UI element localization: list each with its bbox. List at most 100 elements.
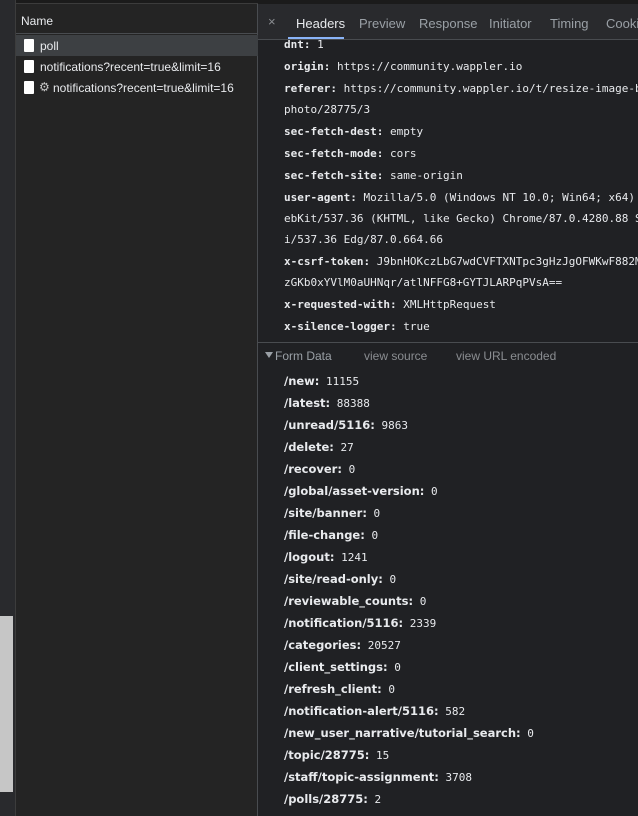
header-row: sec-fetch-site: same-origin (284, 169, 463, 183)
form-data-value: 582 (445, 705, 466, 718)
form-data-row: /polls/28775: 2 (284, 792, 381, 807)
form-data-key: /refresh_client: (284, 682, 382, 696)
name-column-header[interactable]: Name (16, 0, 258, 34)
header-row: user-agent: Mozilla/5.0 (Windows NT 10.0… (284, 191, 638, 205)
header-value: cors (389, 147, 417, 160)
form-data-value: 0 (431, 485, 438, 498)
header-row: x-csrf-token: J9bnHOKczLbG7wdCVFTXNTpc3g… (284, 255, 638, 269)
form-data-value: 0 (373, 507, 381, 520)
header-row: referer: https://community.wappler.io/t/… (284, 82, 638, 96)
request-row-poll[interactable]: poll (16, 35, 258, 56)
header-row: origin: https://community.wappler.io (284, 60, 522, 74)
form-data-row: /new_user_narrative/tutorial_search: 0 (284, 726, 534, 741)
header-key: x-silence-logger: (284, 320, 397, 333)
form-data-value: 88388 (336, 397, 370, 410)
header-value-continued: photo/28775/3 (284, 103, 371, 116)
form-data-row: /site/read-only: 0 (284, 572, 396, 587)
header-row: x-requested-with: XMLHttpRequest (284, 298, 496, 312)
form-data-row: /delete: 27 (284, 440, 354, 455)
form-data-section-header[interactable]: Form Data view source view URL encoded (258, 349, 638, 365)
form-data-key: /client_settings: (284, 660, 388, 674)
form-data-value: 0 (419, 595, 427, 608)
header-key: user-agent: (284, 191, 357, 204)
form-data-key: /reviewable_counts: (284, 594, 414, 608)
form-data-key: /polls/28775: (284, 792, 368, 806)
document-icon (24, 81, 34, 94)
form-data-value: 15 (376, 749, 390, 762)
form-data-row: /latest: 88388 (284, 396, 370, 411)
left-edge-strip (0, 0, 16, 816)
header-key: sec-fetch-mode: (284, 147, 384, 160)
header-row: dnt: 1 (284, 38, 324, 52)
tab-timing[interactable]: Timing (550, 16, 589, 31)
request-detail-panel: × Headers Preview Response Initiator Tim… (258, 0, 638, 816)
form-data-row: /global/asset-version: 0 (284, 484, 438, 499)
header-value: XMLHttpRequest (403, 298, 496, 311)
close-icon[interactable]: × (268, 15, 276, 29)
header-value: J9bnHOKczLbG7wdCVFTXNTpc3gHzJgOFWKwF882M… (376, 255, 638, 268)
form-data-row: /refresh_client: 0 (284, 682, 395, 697)
form-data-key: /file-change: (284, 528, 365, 542)
form-data-key: /new_user_narrative/tutorial_search: (284, 726, 521, 740)
header-row: sec-fetch-mode: cors (284, 147, 416, 161)
form-data-value: 0 (389, 573, 397, 586)
form-data-row: /topic/28775: 15 (284, 748, 389, 763)
header-key: referer: (284, 82, 337, 95)
request-row-notifications[interactable]: notifications?recent=true&limit=16 (16, 56, 258, 77)
form-data-row: /site/banner: 0 (284, 506, 380, 521)
form-data-key: /site/banner: (284, 506, 367, 520)
request-list-panel: Name poll notifications?recent=true&limi… (16, 0, 258, 816)
tab-preview[interactable]: Preview (359, 16, 405, 31)
request-name: notifications?recent=true&limit=16 (53, 81, 234, 95)
form-data-row: /new: 11155 (284, 374, 359, 389)
form-data-key: /latest: (284, 396, 331, 410)
header-row: sec-fetch-dest: empty (284, 125, 423, 139)
header-value: https://community.wappler.io/t/resize-im… (343, 82, 638, 95)
form-data-value: 20527 (367, 639, 401, 652)
form-data-key: /recover: (284, 462, 342, 476)
form-data-value: 0 (388, 683, 395, 696)
form-data-row: /staff/topic-assignment: 3708 (284, 770, 472, 785)
form-data-key: /logout: (284, 550, 335, 564)
header-key: x-requested-with: (284, 298, 397, 311)
tab-cookies[interactable]: Cookies (606, 16, 638, 31)
form-data-key: /global/asset-version: (284, 484, 425, 498)
form-data-row: /notification-alert/5116: 582 (284, 704, 465, 719)
gear-icon: ⚙ (39, 80, 50, 94)
form-data-value: 27 (340, 441, 354, 454)
form-data-key: /staff/topic-assignment: (284, 770, 439, 784)
form-data-value: 0 (527, 727, 534, 740)
form-data-value: 9863 (381, 419, 408, 432)
view-source-link[interactable]: view source (364, 349, 427, 363)
header-value-continued: zGKb0xYVlM0aUHNqr/atlNFFG8+GYTJLARPqPVsA… (284, 276, 563, 289)
form-data-key: /site/read-only: (284, 572, 383, 586)
request-name: poll (40, 39, 59, 53)
form-data-title[interactable]: Form Data (275, 349, 332, 363)
form-data-key: /notification-alert/5116: (284, 704, 439, 718)
header-key: dnt: (284, 38, 311, 51)
view-url-encoded-link[interactable]: view URL encoded (456, 349, 556, 363)
form-data-value: 2 (374, 793, 382, 806)
header-value-continued: ebKit/537.36 (KHTML, like Gecko) Chrome/… (284, 212, 638, 225)
tab-response[interactable]: Response (419, 16, 478, 31)
form-data-value: 11155 (326, 375, 360, 388)
header-key: sec-fetch-site: (284, 169, 384, 182)
form-data-row: /categories: 20527 (284, 638, 401, 653)
top-sliver (16, 0, 258, 4)
name-column-title: Name (21, 14, 54, 28)
request-name: notifications?recent=true&limit=16 (40, 60, 221, 74)
header-value: https://community.wappler.io (336, 60, 523, 73)
form-data-key: /delete: (284, 440, 334, 454)
form-data-value: 0 (394, 661, 401, 674)
triangle-down-icon[interactable] (265, 352, 273, 358)
form-data-key: /new: (284, 374, 320, 388)
scrollbar-thumb[interactable] (0, 616, 13, 792)
tab-initiator[interactable]: Initiator (489, 16, 532, 31)
form-data-value: 0 (371, 529, 379, 542)
tab-headers[interactable]: Headers (296, 16, 345, 31)
request-row-notifications-service-worker[interactable]: ⚙ notifications?recent=true&limit=16 (16, 77, 258, 98)
form-data-value: 2339 (409, 617, 437, 630)
form-data-value: 1241 (341, 551, 368, 564)
header-value: true (403, 320, 430, 333)
form-data-value: 0 (348, 463, 356, 476)
